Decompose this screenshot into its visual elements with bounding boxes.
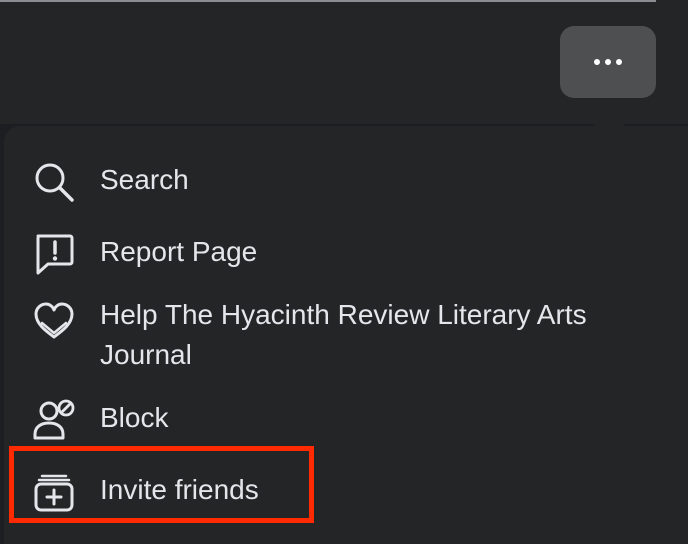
menu-item-label: Help The Hyacinth Review Literary Arts J… xyxy=(100,299,587,370)
block-user-icon xyxy=(32,398,76,442)
heart-hands-icon xyxy=(32,299,76,343)
search-icon xyxy=(32,160,76,204)
divider xyxy=(0,0,656,2)
menu-item-label: Report Page xyxy=(100,236,258,267)
ellipsis-icon xyxy=(594,59,600,65)
menu-item-label: Block xyxy=(100,402,169,433)
menu-item-label: Search xyxy=(100,164,189,195)
page-header xyxy=(0,0,688,124)
highlight-box xyxy=(9,446,314,523)
ellipsis-icon xyxy=(616,59,622,65)
ellipsis-icon xyxy=(605,59,611,65)
report-icon xyxy=(32,232,76,276)
more-options-button[interactable] xyxy=(560,26,656,98)
